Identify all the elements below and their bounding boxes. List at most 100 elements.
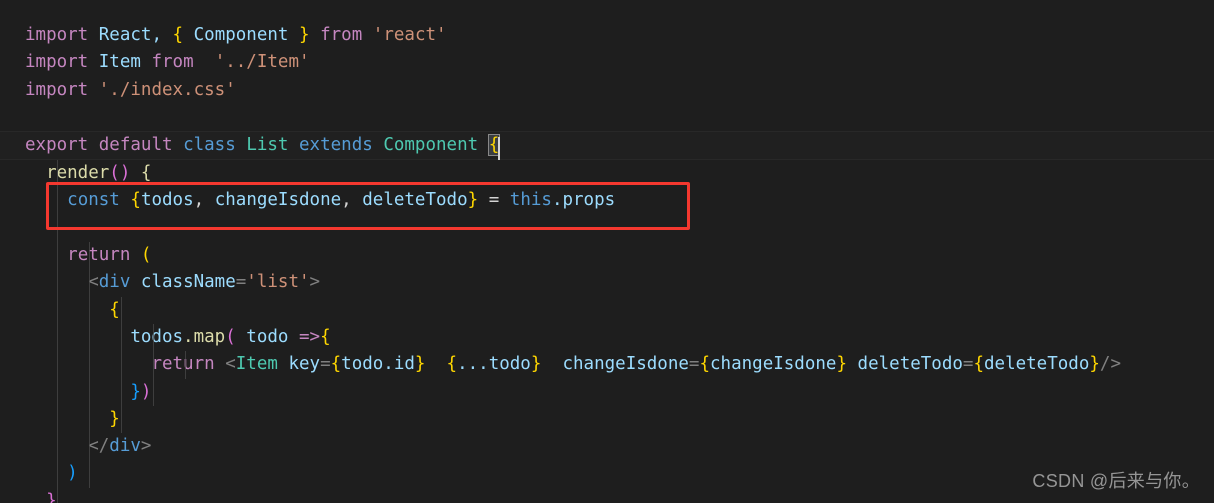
indent-guide — [57, 296, 58, 324]
token-import: import — [25, 25, 89, 45]
token-equals: = — [235, 272, 247, 293]
token-from: from — [151, 52, 194, 73]
token-comma: , — [341, 190, 352, 211]
code-line[interactable]: { — [0, 296, 1214, 324]
token-lt: < — [225, 354, 236, 375]
token-class: class — [183, 135, 236, 156]
indent-guide — [121, 323, 122, 352]
indent-guide — [57, 351, 58, 379]
token-paren-open: ( — [225, 326, 236, 347]
indent-guide — [153, 378, 154, 406]
token-lt-slash: </ — [88, 436, 110, 457]
token-brace-close: } — [109, 408, 120, 429]
code-line[interactable]: import React, { Component } from 'react' — [0, 22, 1214, 49]
token-changeisdone-attr: changeIsdone — [562, 354, 689, 375]
code-line[interactable]: return ( — [0, 242, 1214, 270]
token-brace-close: } — [299, 25, 310, 45]
code-line[interactable]: <div className='list'> — [0, 269, 1214, 297]
token-item-module: '../Item' — [214, 52, 310, 73]
code-line-blank[interactable] — [0, 214, 1214, 243]
token-brace-open: { — [699, 354, 711, 375]
token-list-string: 'list' — [246, 272, 310, 293]
code-line-highlighted[interactable]: const {todos, changeIsdone, deleteTodo} … — [0, 187, 1214, 215]
text-cursor — [498, 137, 501, 161]
token-brace-close: } — [467, 190, 479, 211]
token-parens: () — [109, 163, 131, 184]
token-brace-close: } — [836, 354, 847, 375]
indent-guide — [57, 323, 58, 352]
token-default: default — [98, 135, 173, 156]
token-react-module: 'react' — [372, 25, 447, 45]
token-deletetodo: deleteTodo — [362, 190, 468, 211]
code-line[interactable]: render() { — [0, 160, 1214, 188]
indent-guide — [89, 242, 90, 270]
token-from: from — [320, 25, 363, 45]
indent-guide — [57, 433, 58, 461]
token-brace-close: } — [46, 490, 57, 503]
code-area[interactable]: import React, { Component } from 'react'… — [0, 0, 1214, 503]
indent-guide — [89, 351, 90, 379]
indent-guide — [121, 378, 122, 406]
indent-guide — [153, 351, 154, 379]
token-brace-open: { — [330, 354, 342, 375]
token-div-tag: div — [109, 436, 141, 457]
indent-guide — [57, 487, 58, 503]
token-comma: , — [193, 190, 205, 211]
token-spread-todo: ...todo — [457, 354, 531, 375]
token-gt: > — [140, 436, 152, 457]
token-brace-open: { — [130, 190, 141, 211]
code-line[interactable]: </div> — [0, 433, 1214, 461]
indent-guide — [121, 351, 122, 379]
token-export: export — [25, 135, 89, 156]
token-changeisdone-value: changeIsdone — [710, 354, 837, 375]
token-import: import — [25, 79, 89, 100]
code-line-current[interactable]: export default class List extends Compon… — [0, 131, 1214, 161]
token-brace-open: { — [140, 163, 152, 184]
token-extends: extends — [299, 135, 373, 156]
token-todos: todos — [140, 190, 194, 211]
code-line[interactable]: }) — [0, 378, 1214, 406]
indent-guide — [57, 242, 58, 270]
code-line[interactable]: return <Item key={todo.id} {...todo} cha… — [0, 351, 1214, 379]
indent-guide — [57, 378, 58, 406]
indent-guide — [121, 296, 122, 324]
token-equals: = — [688, 354, 700, 375]
token-equals: = — [488, 190, 500, 211]
code-editor-screenshot: import React, { Component } from 'react'… — [0, 0, 1214, 503]
token-return: return — [151, 354, 215, 375]
token-brace-open: { — [446, 354, 458, 375]
token-list-classname: List — [246, 135, 289, 156]
token-this: this — [509, 190, 552, 211]
token-paren-close: ) — [67, 463, 78, 484]
token-gt: > — [309, 272, 321, 293]
token-component: Component — [193, 25, 289, 45]
indent-guide — [89, 460, 90, 488]
token-import: import — [25, 52, 89, 73]
csdn-watermark: CSDN @后来与你。 — [1032, 470, 1200, 491]
token-div-tag: div — [98, 272, 131, 293]
indent-guide — [89, 378, 90, 406]
token-brace-open: { — [320, 326, 331, 347]
token-item-tag: Item — [235, 354, 278, 375]
code-line-blank[interactable] — [0, 104, 1214, 131]
code-line[interactable]: } — [0, 405, 1214, 434]
token-equals: = — [962, 354, 974, 375]
indent-guide — [89, 296, 90, 324]
code-line[interactable]: import './index.css' — [0, 77, 1214, 104]
code-line[interactable]: import Item from '../Item' — [0, 49, 1214, 76]
token-todos: todos — [130, 326, 184, 347]
token-paren-open: ( — [140, 245, 152, 266]
token-brace-open: { — [973, 354, 984, 375]
indent-guide — [57, 187, 58, 215]
token-brace-open: { — [172, 25, 184, 45]
code-line[interactable]: todos.map( todo =>{ — [0, 323, 1214, 352]
token-brace-open: { — [109, 299, 120, 320]
token-arrow: => — [299, 326, 321, 347]
indent-guide — [57, 160, 58, 188]
token-item: Item — [98, 52, 141, 73]
token-todo-param: todo — [246, 326, 289, 347]
indent-guide — [57, 460, 58, 488]
indent-guide — [89, 269, 90, 297]
token-brace-close: } — [414, 354, 426, 375]
token-key-attr: key — [288, 354, 321, 375]
